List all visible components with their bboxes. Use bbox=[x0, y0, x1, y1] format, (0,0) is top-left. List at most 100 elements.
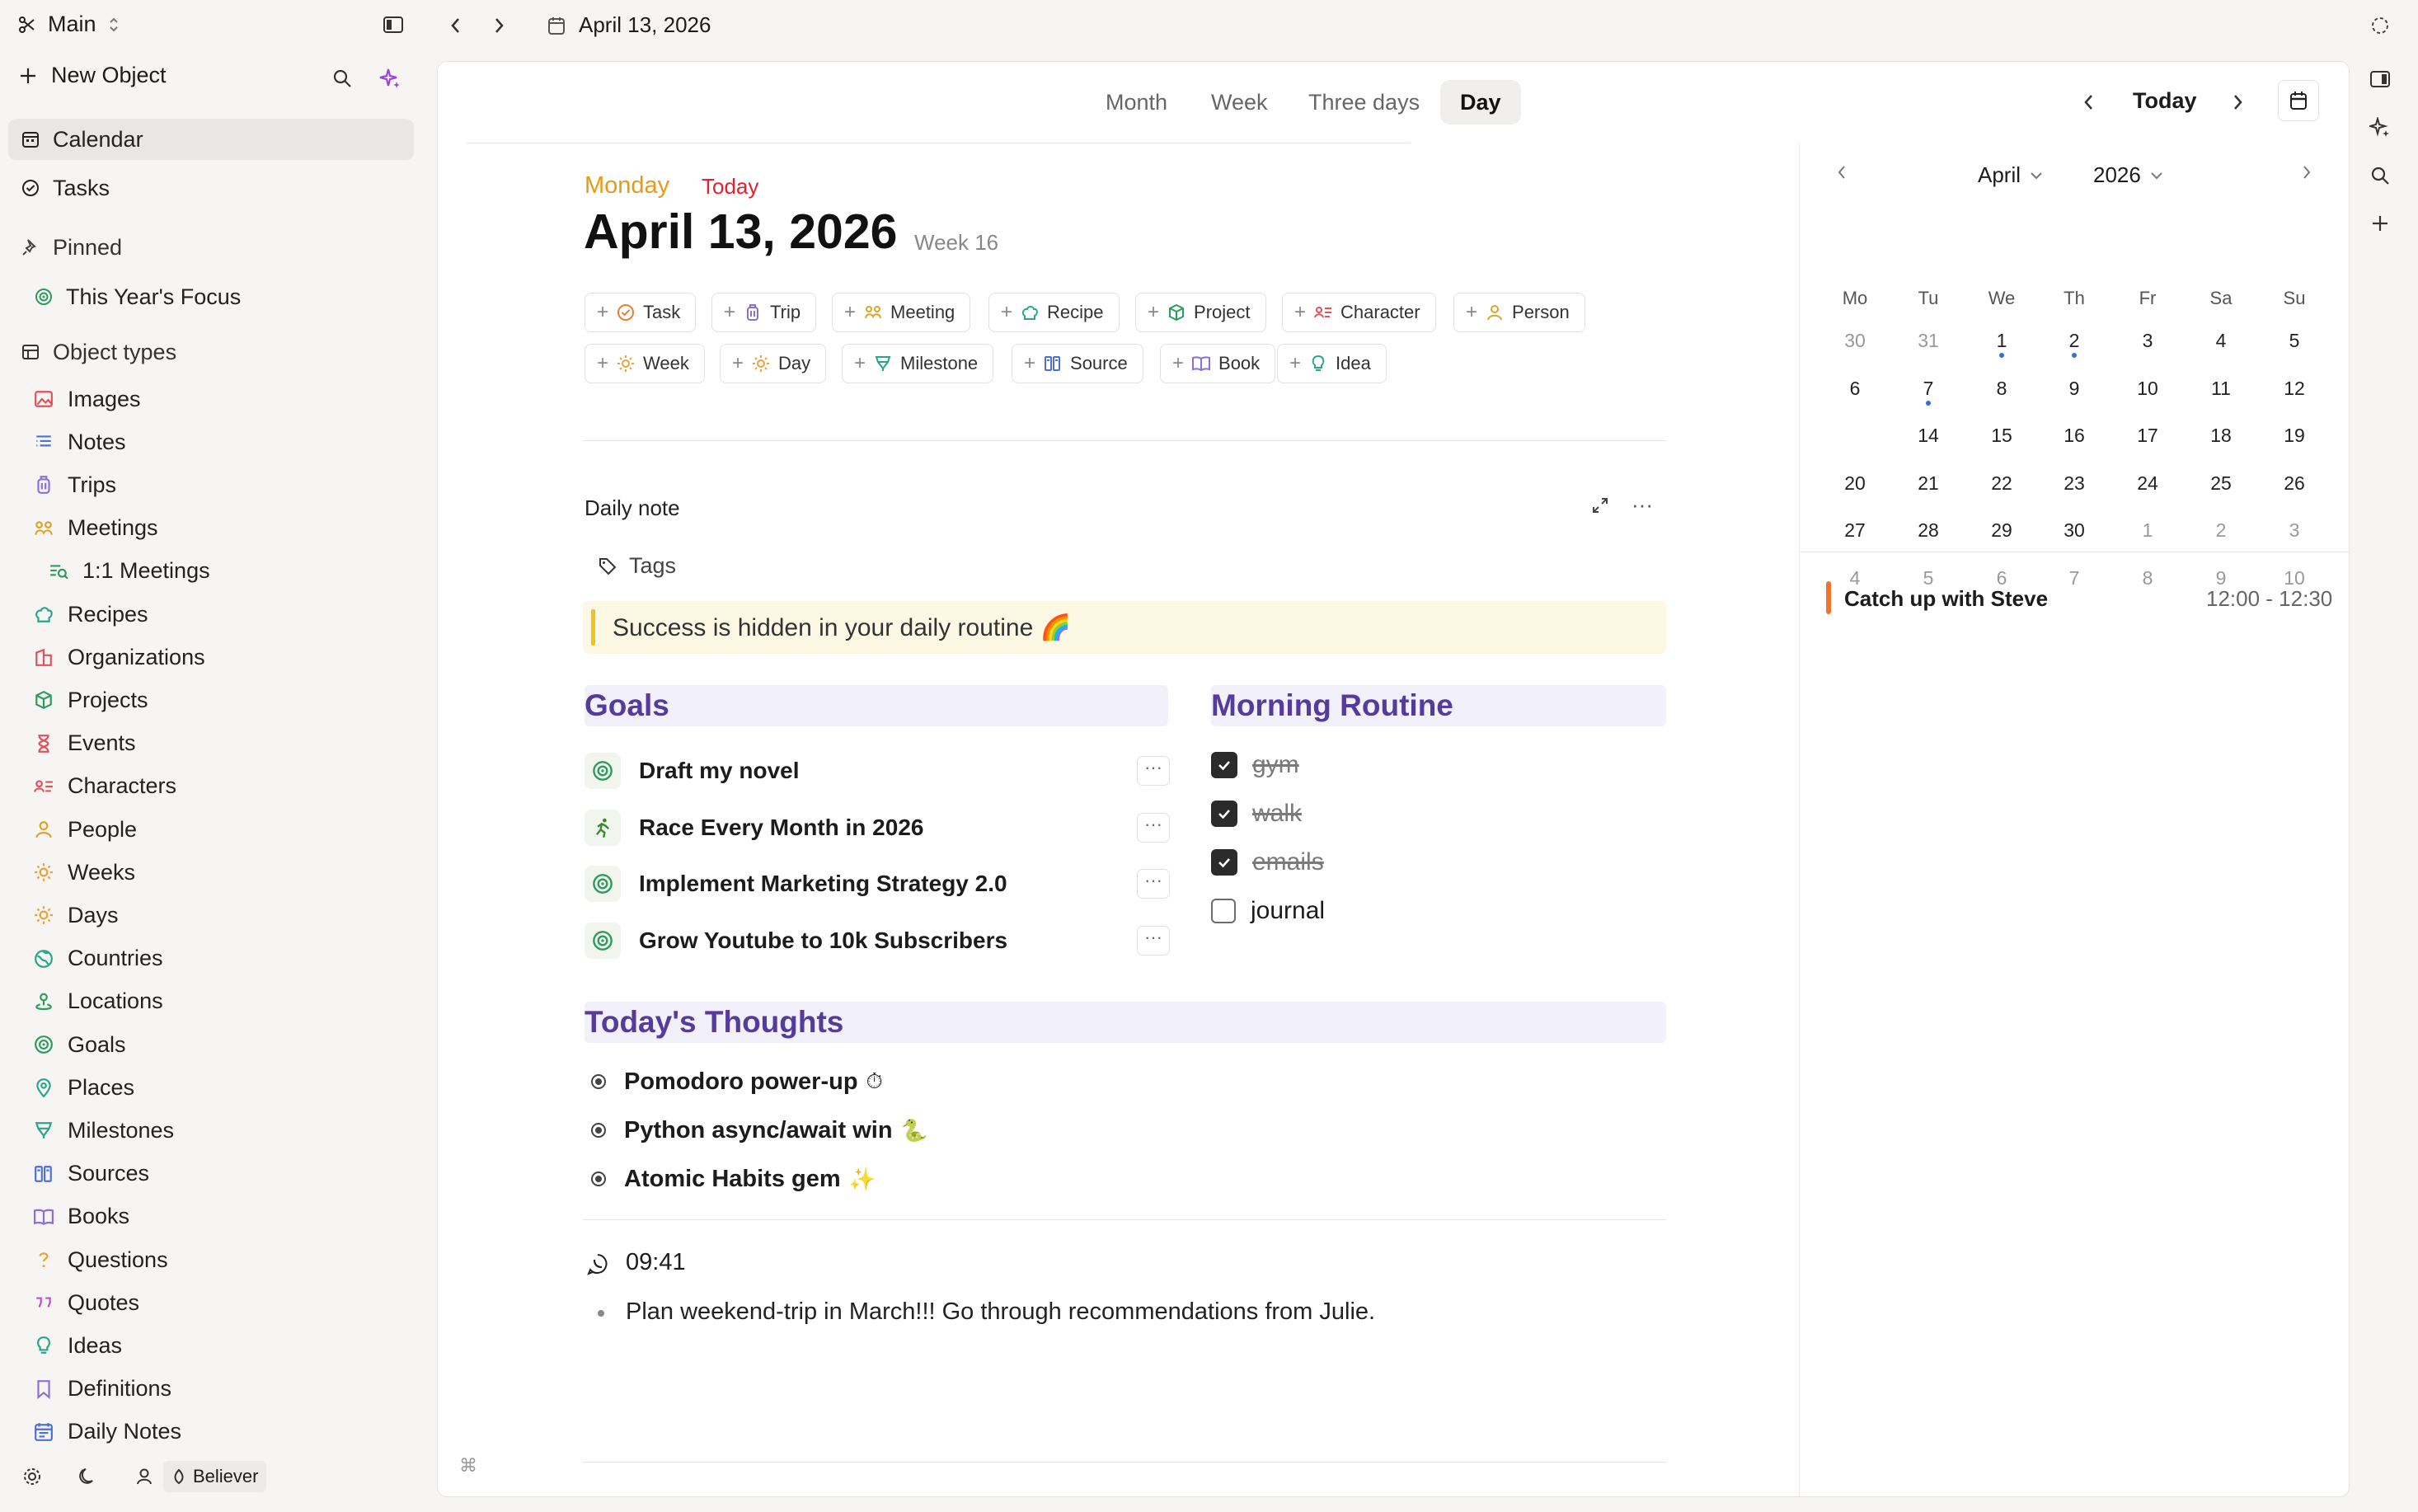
calendar-day[interactable]: 20 bbox=[1830, 463, 1880, 504]
quick-add-chip[interactable]: + Recipe bbox=[988, 293, 1120, 332]
quick-add-chip[interactable]: + Person bbox=[1453, 293, 1585, 332]
calendar-day[interactable]: 7 bbox=[1904, 368, 1953, 409]
sidebar-item-type[interactable]: Countries bbox=[8, 939, 414, 979]
calendar-day[interactable]: 22 bbox=[1977, 463, 2026, 504]
date-picker-button[interactable] bbox=[2278, 80, 2319, 121]
sidebar-item-type[interactable]: Images bbox=[8, 379, 414, 419]
sync-icon[interactable] bbox=[2369, 15, 2391, 36]
panel-toggle-icon[interactable] bbox=[2369, 69, 2391, 89]
sidebar-item-type[interactable]: Projects bbox=[8, 680, 414, 720]
checkbox-checked[interactable] bbox=[1211, 849, 1237, 876]
goal-more-button[interactable]: ··· bbox=[1137, 756, 1170, 786]
year-select[interactable]: 2026 bbox=[2093, 162, 2164, 188]
calendar-day[interactable]: 3 bbox=[2270, 509, 2319, 551]
calendar-day[interactable]: 6 bbox=[1830, 368, 1880, 409]
quick-add-chip[interactable]: + Idea bbox=[1277, 344, 1387, 383]
sidebar-item-type[interactable]: Organizations bbox=[8, 637, 414, 677]
calendar-day[interactable]: 25 bbox=[2196, 463, 2246, 504]
tab-three-days[interactable]: Three days bbox=[1289, 80, 1439, 124]
sidebar-item-type[interactable]: Notes bbox=[8, 422, 414, 462]
new-object-button[interactable]: New Object bbox=[18, 63, 167, 88]
thought-item[interactable]: Python async/await win 🐍 bbox=[591, 1110, 927, 1151]
sidebar-item-type[interactable]: Trips bbox=[8, 465, 414, 505]
sidebar-ai-icon[interactable] bbox=[379, 68, 402, 91]
moon-icon[interactable] bbox=[77, 1466, 99, 1487]
calendar-day[interactable]: 12 bbox=[2270, 368, 2319, 409]
calendar-day[interactable]: 31 bbox=[1904, 320, 1953, 361]
sidebar-section-object-types[interactable]: Object types bbox=[8, 331, 414, 373]
forward-arrow-icon[interactable] bbox=[490, 15, 508, 36]
calendar-day[interactable]: 23 bbox=[2049, 463, 2099, 504]
event-item[interactable]: Catch up with Steve 12:00 - 12:30 bbox=[1826, 580, 2337, 617]
tab-week[interactable]: Week bbox=[1191, 80, 1288, 124]
goal-item[interactable]: Draft my novel ··· bbox=[585, 748, 1170, 794]
log-entry[interactable]: Plan weekend-trip in March!!! Go through… bbox=[626, 1298, 1375, 1326]
sidebar-item-type[interactable]: Events bbox=[8, 724, 414, 763]
calendar-day[interactable]: 26 bbox=[2270, 463, 2319, 504]
calendar-day[interactable]: 13 bbox=[1830, 415, 1880, 456]
quick-add-chip[interactable]: + Meeting bbox=[832, 293, 971, 332]
back-arrow-icon[interactable] bbox=[447, 15, 465, 36]
goal-item[interactable]: Race Every Month in 2026 ··· bbox=[585, 805, 1170, 851]
sidebar-item-type[interactable]: Daily Notes bbox=[8, 1412, 414, 1452]
checkbox-checked[interactable] bbox=[1211, 752, 1237, 778]
more-options-icon[interactable]: ··· bbox=[1632, 492, 1653, 518]
calendar-day[interactable]: 21 bbox=[1904, 463, 1953, 504]
today-button[interactable]: Today bbox=[2133, 88, 2197, 114]
routine-item[interactable]: walk bbox=[1211, 793, 1302, 834]
sidebar-item-type[interactable]: Recipes bbox=[8, 594, 414, 634]
calendar-day[interactable]: 29 bbox=[1977, 509, 2026, 551]
quick-add-chip[interactable]: + Book bbox=[1160, 344, 1276, 383]
sidebar-item-type[interactable]: People bbox=[8, 810, 414, 849]
sidebar-item-type[interactable]: Goals bbox=[8, 1025, 414, 1064]
sidebar-item-type[interactable]: 1:1 Meetings bbox=[8, 552, 414, 591]
calendar-day[interactable]: 4 bbox=[2196, 320, 2246, 361]
sidebar-item-type[interactable]: Quotes bbox=[8, 1283, 414, 1322]
calendar-day[interactable]: 28 bbox=[1904, 509, 1953, 551]
calendar-day[interactable]: 2 bbox=[2049, 320, 2099, 361]
calendar-day[interactable]: 11 bbox=[2196, 368, 2246, 409]
tab-day[interactable]: Day bbox=[1440, 80, 1521, 124]
calendar-day[interactable]: 30 bbox=[1830, 320, 1880, 361]
sidebar-item-type[interactable]: Ideas bbox=[8, 1326, 414, 1365]
routine-item[interactable]: emails bbox=[1211, 842, 1324, 883]
tab-month[interactable]: Month bbox=[1086, 80, 1187, 124]
sidebar-item-this-years-focus[interactable]: This Year's Focus bbox=[8, 276, 414, 317]
calendar-day[interactable]: 16 bbox=[2049, 415, 2099, 456]
calendar-day[interactable]: 3 bbox=[2123, 320, 2172, 361]
calendar-day[interactable]: 10 bbox=[2123, 368, 2172, 409]
calendar-day[interactable]: 27 bbox=[1830, 509, 1880, 551]
calendar-day[interactable]: 5 bbox=[2270, 320, 2319, 361]
quick-add-chip[interactable]: + Project bbox=[1135, 293, 1266, 332]
mini-cal-next-icon[interactable] bbox=[2299, 162, 2314, 182]
checkbox-unchecked[interactable] bbox=[1211, 899, 1236, 923]
calendar-day[interactable]: 9 bbox=[2049, 368, 2099, 409]
sidebar-item-type[interactable]: Days bbox=[8, 895, 414, 935]
next-period-icon[interactable] bbox=[2228, 92, 2247, 113]
search-icon[interactable] bbox=[2369, 165, 2391, 186]
sidebar-toggle-icon[interactable] bbox=[383, 15, 404, 35]
routine-item[interactable]: journal bbox=[1211, 890, 1325, 932]
thought-item[interactable]: Atomic Habits gem ✨ bbox=[591, 1158, 876, 1200]
plan-badge[interactable]: Believer bbox=[163, 1461, 267, 1492]
calendar-day[interactable]: 15 bbox=[1977, 415, 2026, 456]
calendar-day[interactable]: 30 bbox=[2049, 509, 2099, 551]
sidebar-item-type[interactable]: Locations bbox=[8, 982, 414, 1021]
quick-add-chip[interactable]: + Source bbox=[1012, 344, 1143, 383]
sidebar-item-type[interactable]: Weeks bbox=[8, 852, 414, 892]
thought-item[interactable]: Pomodoro power-up ⏱ bbox=[591, 1061, 883, 1102]
quick-add-chip[interactable]: + Task bbox=[585, 293, 697, 332]
add-icon[interactable] bbox=[2369, 213, 2391, 234]
workspace-switcher[interactable]: Main bbox=[18, 12, 120, 37]
calendar-day[interactable]: 14 bbox=[1904, 415, 1953, 456]
sidebar-item-type[interactable]: Places bbox=[8, 1068, 414, 1107]
sidebar-item-type[interactable]: Characters bbox=[8, 767, 414, 806]
expand-icon[interactable] bbox=[1590, 495, 1610, 515]
calendar-day[interactable]: 1 bbox=[2123, 509, 2172, 551]
sidebar-item-type[interactable]: Definitions bbox=[8, 1369, 414, 1409]
sidebar-item-type[interactable]: Milestones bbox=[8, 1111, 414, 1150]
mini-cal-prev-icon[interactable] bbox=[1834, 162, 1849, 182]
sidebar-item-type[interactable]: Books bbox=[8, 1197, 414, 1237]
sidebar-item-calendar[interactable]: Calendar bbox=[8, 119, 414, 160]
quick-add-chip[interactable]: + Character bbox=[1282, 293, 1436, 332]
